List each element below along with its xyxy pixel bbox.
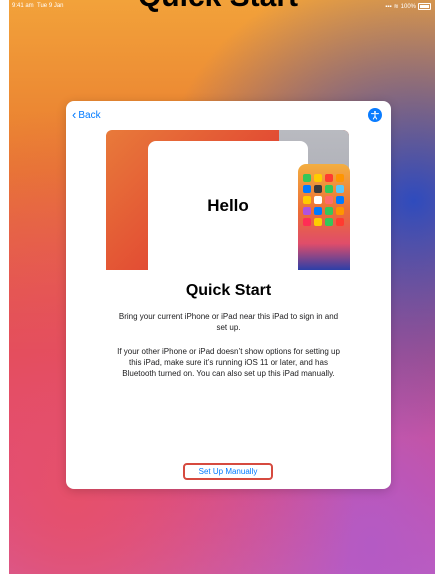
app-icon bbox=[325, 218, 333, 226]
hero-illustration: Hello bbox=[106, 130, 350, 270]
app-icon-grid bbox=[303, 174, 345, 226]
battery-icon bbox=[418, 3, 431, 10]
app-icon bbox=[303, 196, 311, 204]
accessibility-icon bbox=[371, 111, 379, 120]
chevron-left-icon: ‹ bbox=[72, 107, 77, 122]
app-icon bbox=[336, 196, 344, 204]
app-icon bbox=[314, 196, 322, 204]
status-indicators: ▪▪▪ ≋ 100% bbox=[385, 3, 431, 10]
app-icon bbox=[325, 174, 333, 182]
page-title: Quick Start bbox=[185, 282, 272, 299]
iphone-illustration bbox=[298, 164, 350, 270]
accessibility-button[interactable] bbox=[368, 108, 382, 122]
status-date: Tue 9 Jan bbox=[37, 3, 64, 9]
app-icon bbox=[303, 185, 311, 193]
app-icon bbox=[325, 207, 333, 215]
status-time-date: 9:41 am Tue 9 Jan bbox=[12, 3, 64, 9]
battery-percent: 100% bbox=[400, 3, 416, 10]
help-paragraph: If your other iPhone or iPad doesn’t sho… bbox=[117, 347, 340, 378]
app-icon bbox=[325, 185, 333, 193]
back-button[interactable]: ‹ Back bbox=[72, 107, 101, 122]
status-time: 9:41 am bbox=[12, 3, 34, 9]
ipad-screen: 9:41 am Tue 9 Jan ▪▪▪ ≋ 100% ‹ Back Hell… bbox=[9, 0, 435, 574]
setup-card: ‹ Back Hello Quick Start Bring your curr… bbox=[66, 101, 391, 489]
signal-icon: ▪▪▪ bbox=[385, 3, 392, 10]
app-icon bbox=[325, 196, 333, 204]
hello-screen: Hello bbox=[148, 141, 308, 270]
app-icon bbox=[314, 185, 322, 193]
wifi-icon: ≋ bbox=[393, 4, 399, 10]
instruction-paragraph: Bring your current iPhone or iPad near t… bbox=[118, 312, 339, 332]
hello-text: Hello bbox=[207, 195, 249, 215]
app-icon bbox=[314, 218, 322, 226]
app-icon bbox=[314, 174, 322, 182]
app-icon bbox=[303, 218, 311, 226]
back-label: Back bbox=[78, 110, 101, 121]
set-up-manually-button[interactable]: Set Up Manually bbox=[183, 463, 273, 480]
app-icon bbox=[336, 174, 344, 182]
app-icon bbox=[336, 218, 344, 226]
app-icon bbox=[336, 185, 344, 193]
status-bar: 9:41 am Tue 9 Jan ▪▪▪ ≋ 100% bbox=[9, 0, 435, 14]
app-icon bbox=[303, 207, 311, 215]
app-icon bbox=[314, 207, 322, 215]
app-icon bbox=[336, 207, 344, 215]
app-icon bbox=[303, 174, 311, 182]
